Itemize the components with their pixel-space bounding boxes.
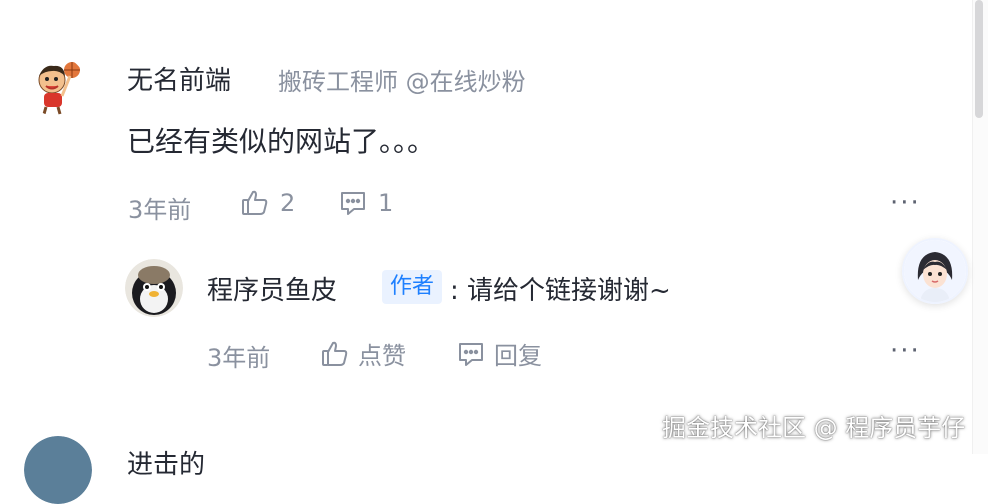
like-button[interactable]: 2 [240,188,295,218]
comment-icon [338,188,368,218]
comment-time: 3年前 [128,196,192,224]
username[interactable]: 进击的 [127,444,205,481]
scrollbar-thumb[interactable] [975,0,983,118]
username[interactable]: 程序员鱼皮 [207,270,337,307]
username[interactable]: 无名前端 [127,60,231,97]
reply-count: 1 [378,189,394,217]
more-icon[interactable]: ··· [890,188,921,218]
like-button[interactable]: 点赞 [320,336,406,371]
author-badge: 作者 [382,270,442,304]
reply-content: : 请给个链接谢谢~ [450,276,671,306]
watermark: 掘金技术社区 @ 程序员芋仔 [662,414,966,442]
reply-label: 回复 [494,342,542,370]
more-icon[interactable]: ··· [890,336,921,366]
comment-icon [456,339,486,369]
reply-time: 3年前 [207,344,271,372]
reply-button[interactable]: 回复 [456,336,542,371]
thumbs-up-icon [240,188,270,218]
avatar[interactable] [26,56,86,116]
reply-button[interactable]: 1 [338,188,393,218]
comment-content: 已经有类似的网站了。。。 [127,125,436,158]
avatar[interactable] [24,436,92,504]
floating-avatar[interactable] [902,238,968,304]
like-label: 点赞 [358,342,406,370]
thumbs-up-icon [320,339,350,369]
like-count: 2 [280,189,296,217]
avatar[interactable] [125,259,183,317]
user-title: 搬砖工程师 @在线炒粉 [278,68,526,96]
